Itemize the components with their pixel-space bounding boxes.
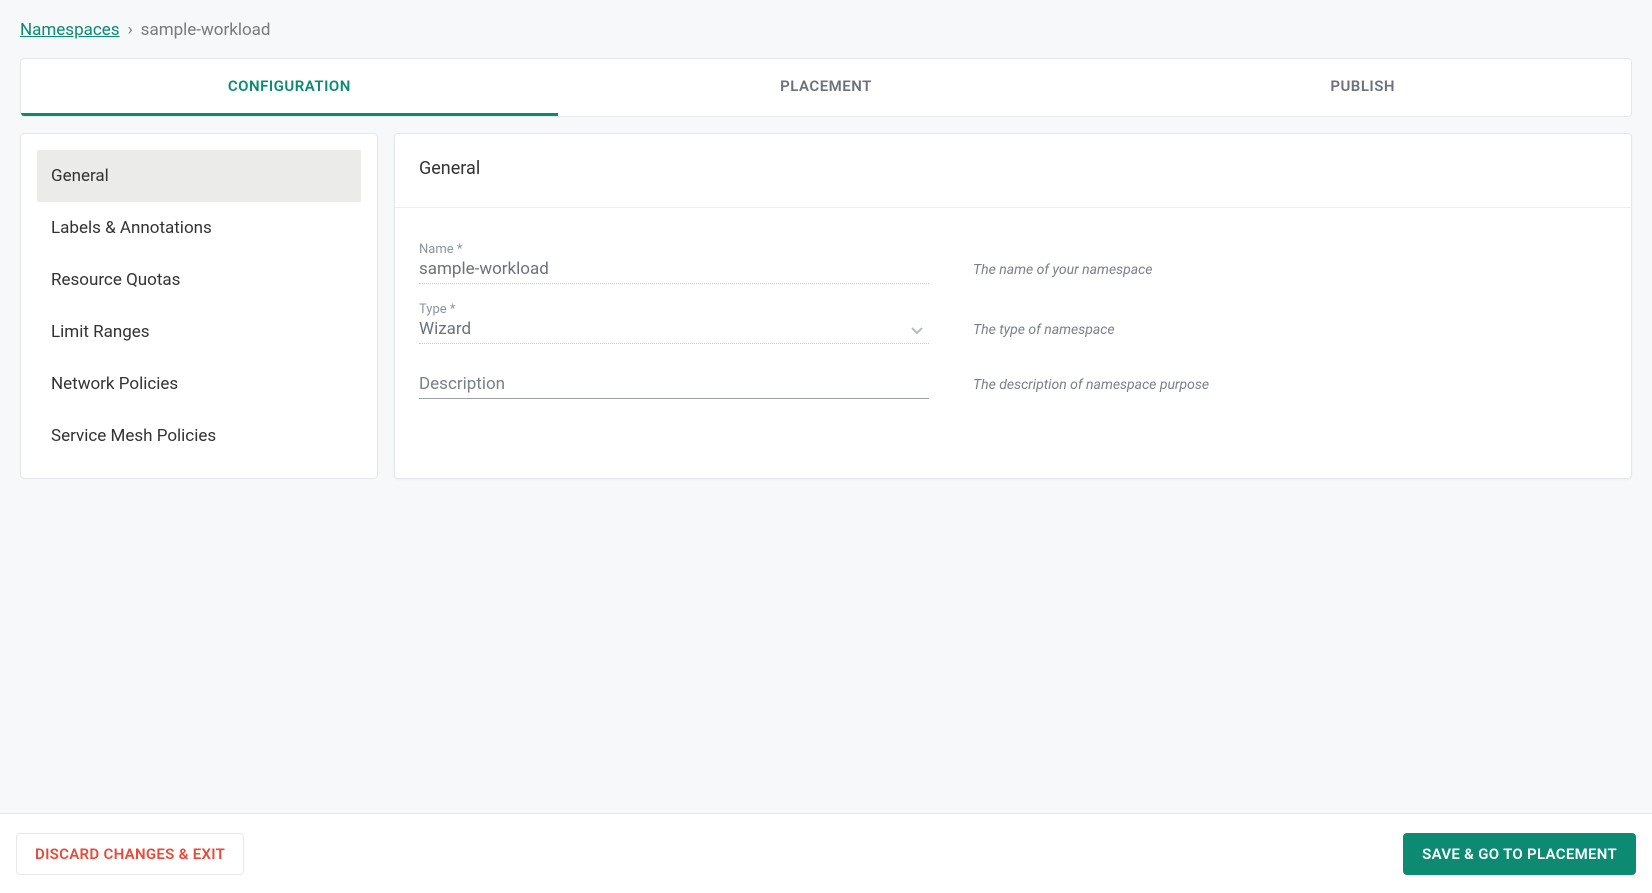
tab-publish[interactable]: PUBLISH	[1094, 59, 1631, 116]
type-field[interactable]: Type * Wizard	[419, 302, 929, 344]
sidebar-item-resource-quotas[interactable]: Resource Quotas	[37, 254, 361, 306]
sidebar-item-general[interactable]: General	[37, 150, 361, 202]
discard-button[interactable]: DISCARD CHANGES & EXIT	[16, 833, 244, 875]
tab-configuration[interactable]: CONFIGURATION	[21, 59, 558, 116]
sidebar-item-network-policies[interactable]: Network Policies	[37, 358, 361, 410]
sidebar-item-service-mesh-policies[interactable]: Service Mesh Policies	[37, 410, 361, 462]
type-field-value: Wizard	[419, 319, 929, 339]
panel-title: General	[395, 134, 1631, 208]
sidebar-item-labels-annotations[interactable]: Labels & Annotations	[37, 202, 361, 254]
description-field-placeholder: Description	[419, 374, 929, 394]
tab-placement[interactable]: PLACEMENT	[558, 59, 1095, 116]
type-field-label: Type *	[419, 302, 929, 317]
name-field-value: sample-workload	[419, 259, 929, 279]
name-field-hint: The name of your namespace	[973, 262, 1152, 284]
description-field-hint: The description of namespace purpose	[973, 377, 1209, 399]
description-field[interactable]: Description	[419, 372, 929, 399]
config-panel: General Name * sample-workload The name …	[394, 133, 1632, 479]
breadcrumb-root-link[interactable]: Namespaces	[20, 20, 120, 40]
config-sidebar: General Labels & Annotations Resource Qu…	[20, 133, 378, 479]
type-field-hint: The type of namespace	[973, 322, 1115, 344]
wizard-tabs: CONFIGURATION PLACEMENT PUBLISH	[20, 58, 1632, 117]
name-field-label: Name *	[419, 242, 929, 257]
breadcrumb: Namespaces › sample-workload	[20, 20, 1632, 40]
breadcrumb-separator: ›	[128, 20, 133, 40]
name-field[interactable]: Name * sample-workload	[419, 242, 929, 284]
save-button[interactable]: SAVE & GO TO PLACEMENT	[1403, 833, 1636, 875]
breadcrumb-current: sample-workload	[141, 20, 271, 40]
wizard-footer: DISCARD CHANGES & EXIT SAVE & GO TO PLAC…	[0, 813, 1652, 893]
chevron-down-icon	[911, 327, 923, 335]
sidebar-item-limit-ranges[interactable]: Limit Ranges	[37, 306, 361, 358]
